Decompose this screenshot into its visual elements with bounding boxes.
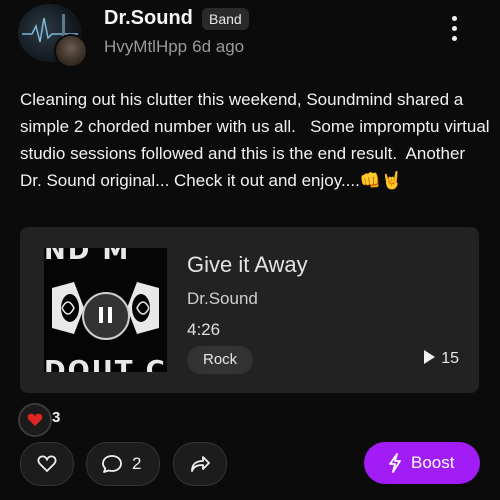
post-time: 6d ago — [192, 37, 245, 56]
heart-icon — [27, 413, 43, 426]
pause-icon[interactable] — [82, 292, 130, 340]
track-cover[interactable]: ND M DOUT C — [44, 248, 167, 372]
author-type-badge: Band — [202, 8, 249, 30]
author-name[interactable]: Dr.Sound — [104, 7, 193, 30]
reaction-count: 3 — [52, 409, 61, 426]
play-count-value: 15 — [441, 350, 459, 367]
cover-text-bottom: DOUT C — [44, 356, 167, 372]
boost-button[interactable]: Boost — [364, 442, 480, 484]
post-meta: HvyMtlHpp 6d ago — [104, 37, 244, 57]
share-icon — [191, 456, 210, 472]
author-avatar[interactable] — [18, 4, 88, 68]
play-icon — [424, 350, 436, 364]
like-button[interactable] — [20, 442, 74, 486]
track-artist[interactable]: Dr.Sound — [187, 289, 258, 309]
reaction-heart[interactable] — [18, 403, 52, 437]
track-duration: 4:26 — [187, 320, 221, 339]
poster-avatar[interactable] — [54, 34, 88, 68]
track-title[interactable]: Give it Away — [187, 252, 308, 278]
genre-tag[interactable]: Rock — [187, 346, 254, 374]
comment-button[interactable]: 2 — [86, 442, 160, 486]
heart-outline-icon — [37, 455, 57, 473]
post-text: Cleaning out his clutter this weekend, S… — [20, 90, 495, 190]
share-button[interactable] — [173, 442, 227, 486]
posted-by-username[interactable]: HvyMtlHpp — [104, 37, 187, 56]
lightning-icon — [389, 453, 401, 473]
play-count: 15 — [424, 350, 459, 368]
boost-label: Boost — [411, 453, 455, 472]
more-options-icon[interactable] — [444, 16, 464, 48]
comment-count: 2 — [132, 454, 142, 473]
track-card[interactable]: ND M DOUT C Give it Away Dr.Sound 4:26 R… — [20, 227, 479, 393]
comment-icon — [102, 455, 122, 473]
